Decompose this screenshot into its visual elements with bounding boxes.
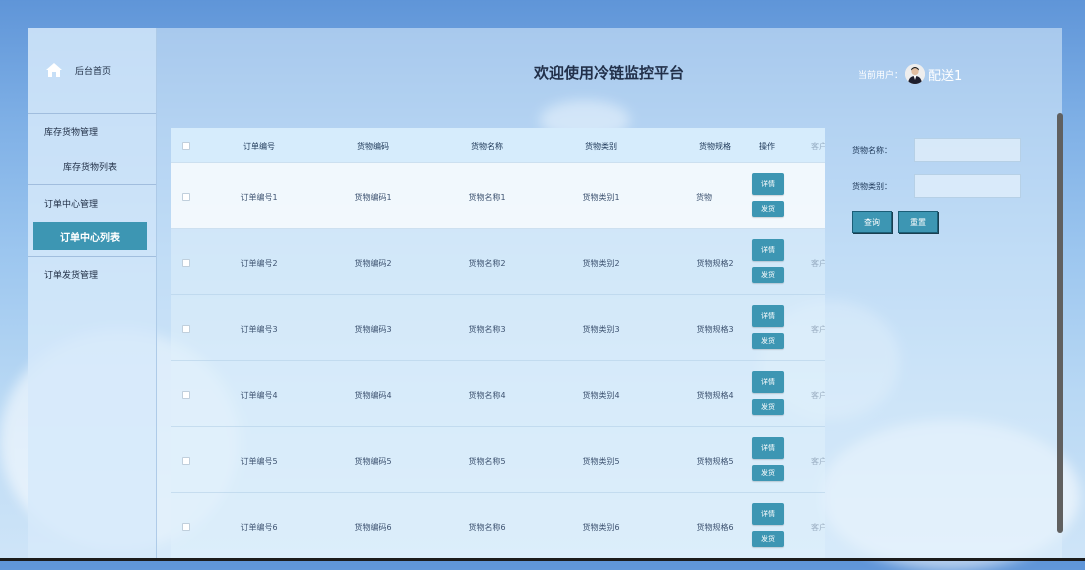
cell-goods-category: 货物类别5 xyxy=(582,457,620,466)
current-user-name: 配送1 xyxy=(928,68,963,84)
current-user: 当前用户： 配送1 xyxy=(858,64,962,84)
sidebar-item-order-list[interactable]: 订单中心列表 xyxy=(33,222,147,250)
table-row: 订单编号5 货物编码5 货物名称5 货物类别5 货物规格5 详情 发货 客户 xyxy=(171,426,825,493)
cell-goods-name: 货物名称1 xyxy=(468,193,506,202)
cell-order-no: 订单编号3 xyxy=(240,325,278,334)
cell-order-no: 订单编号4 xyxy=(240,391,278,400)
search-panel: 货物名称： 货物类别： 查询 重置 xyxy=(842,128,1062,561)
cell-order-no: 订单编号5 xyxy=(240,457,278,466)
table-row: 订单编号6 货物编码6 货物名称6 货物类别6 货物规格6 详情 发货 客户 xyxy=(171,492,825,559)
ship-button[interactable]: 发货 xyxy=(752,201,784,217)
cell-goods-code: 货物编码5 xyxy=(354,457,392,466)
table-row: 订单编号1 货物编码1 货物名称1 货物类别1 货物 详情 发货 xyxy=(171,162,825,229)
cell-customer: 客户 xyxy=(811,325,825,334)
cell-customer: 客户 xyxy=(811,457,825,466)
row-checkbox[interactable] xyxy=(182,391,190,399)
column-header: 货物编码 xyxy=(357,142,389,151)
ship-button[interactable]: 发货 xyxy=(752,465,784,481)
table-row: 订单编号4 货物编码4 货物名称4 货物类别4 货物规格4 详情 发货 客户 xyxy=(171,360,825,427)
detail-button[interactable]: 详情 xyxy=(752,173,784,195)
ship-button[interactable]: 发货 xyxy=(752,399,784,415)
sidebar-item-shipping-management[interactable]: 订单发货管理 xyxy=(44,268,98,281)
page-scrollbar[interactable] xyxy=(1057,113,1063,533)
ship-button[interactable]: 发货 xyxy=(752,531,784,547)
cell-goods-code: 货物编码2 xyxy=(354,259,392,268)
cell-order-no: 订单编号1 xyxy=(240,193,278,202)
cell-goods-code: 货物编码3 xyxy=(354,325,392,334)
column-header: 货物名称 xyxy=(471,142,503,151)
avatar[interactable] xyxy=(905,64,926,84)
detail-button[interactable]: 详情 xyxy=(752,371,784,393)
home-icon xyxy=(46,63,62,77)
column-header: 货物类别 xyxy=(585,142,617,151)
cell-goods-category: 货物类别1 xyxy=(582,193,620,202)
cell-goods-category: 货物类别6 xyxy=(582,523,620,532)
ship-button[interactable]: 发货 xyxy=(752,267,784,283)
user-avatar-icon xyxy=(905,64,926,84)
current-user-label: 当前用户： xyxy=(858,70,904,81)
cell-goods-spec: 货物规格2 xyxy=(696,259,734,268)
query-button[interactable]: 查询 xyxy=(852,211,892,233)
cell-customer: 客户 xyxy=(811,523,825,532)
column-header: 货物规格 xyxy=(699,142,731,151)
row-checkbox[interactable] xyxy=(182,259,190,267)
cell-goods-spec: 货物 xyxy=(696,193,712,202)
goods-category-input[interactable] xyxy=(914,174,1021,198)
detail-button[interactable]: 详情 xyxy=(752,503,784,525)
cell-goods-category: 货物类别4 xyxy=(582,391,620,400)
row-checkbox[interactable] xyxy=(182,523,190,531)
detail-button[interactable]: 详情 xyxy=(752,305,784,327)
row-checkbox[interactable] xyxy=(182,193,190,201)
table-header: 订单编号 货物编码 货物名称 货物类别 货物规格 操作 客户 xyxy=(171,128,825,162)
cell-goods-code: 货物编码6 xyxy=(354,523,392,532)
sidebar-item-inventory-list[interactable]: 库存货物列表 xyxy=(63,160,117,173)
cell-goods-spec: 货物规格6 xyxy=(696,523,734,532)
detail-button[interactable]: 详情 xyxy=(752,239,784,261)
column-header: 操作 xyxy=(759,142,775,151)
cell-goods-spec: 货物规格3 xyxy=(696,325,734,334)
cell-goods-name: 货物名称3 xyxy=(468,325,506,334)
cell-goods-name: 货物名称5 xyxy=(468,457,506,466)
home-label: 后台首页 xyxy=(75,66,112,77)
cell-goods-category: 货物类别3 xyxy=(582,325,620,334)
table-row: 订单编号3 货物编码3 货物名称3 货物类别3 货物规格3 详情 发货 客户 xyxy=(171,294,825,361)
cell-goods-code: 货物编码1 xyxy=(354,193,392,202)
row-checkbox[interactable] xyxy=(182,457,190,465)
cell-goods-name: 货物名称6 xyxy=(468,523,506,532)
cell-goods-spec: 货物规格5 xyxy=(696,457,734,466)
order-table: 订单编号 货物编码 货物名称 货物类别 货物规格 操作 客户 订单编号1 货物编… xyxy=(171,128,825,561)
cell-order-no: 订单编号2 xyxy=(240,259,278,268)
ship-button[interactable]: 发货 xyxy=(752,333,784,349)
sidebar-item-order-management[interactable]: 订单中心管理 xyxy=(44,197,98,210)
goods-name-label: 货物名称： xyxy=(852,146,892,155)
cell-goods-code: 货物编码4 xyxy=(354,391,392,400)
row-checkbox[interactable] xyxy=(182,325,190,333)
divider xyxy=(28,113,156,114)
divider xyxy=(28,184,156,185)
cell-goods-name: 货物名称4 xyxy=(468,391,506,400)
select-all-checkbox[interactable] xyxy=(182,142,190,150)
cell-customer: 客户 xyxy=(811,391,825,400)
cell-goods-name: 货物名称2 xyxy=(468,259,506,268)
cell-customer: 客户 xyxy=(811,259,825,268)
cell-goods-spec: 货物规格4 xyxy=(696,391,734,400)
cell-goods-category: 货物类别2 xyxy=(582,259,620,268)
goods-category-label: 货物类别： xyxy=(852,182,892,191)
home-link[interactable]: 后台首页 xyxy=(45,62,111,78)
table-row: 订单编号2 货物编码2 货物名称2 货物类别2 货物规格2 详情 发货 客户 xyxy=(171,228,825,295)
column-header: 客户 xyxy=(811,142,825,151)
goods-name-input[interactable] xyxy=(914,138,1021,162)
sidebar: 后台首页 库存货物管理 库存货物列表 订单中心管理 订单中心列表 订单发货管理 xyxy=(28,28,157,561)
sidebar-item-inventory-management[interactable]: 库存货物管理 xyxy=(44,125,98,138)
divider xyxy=(28,256,156,257)
detail-button[interactable]: 详情 xyxy=(752,437,784,459)
column-header: 订单编号 xyxy=(243,142,275,151)
reset-button[interactable]: 重置 xyxy=(898,211,938,233)
cell-order-no: 订单编号6 xyxy=(240,523,278,532)
